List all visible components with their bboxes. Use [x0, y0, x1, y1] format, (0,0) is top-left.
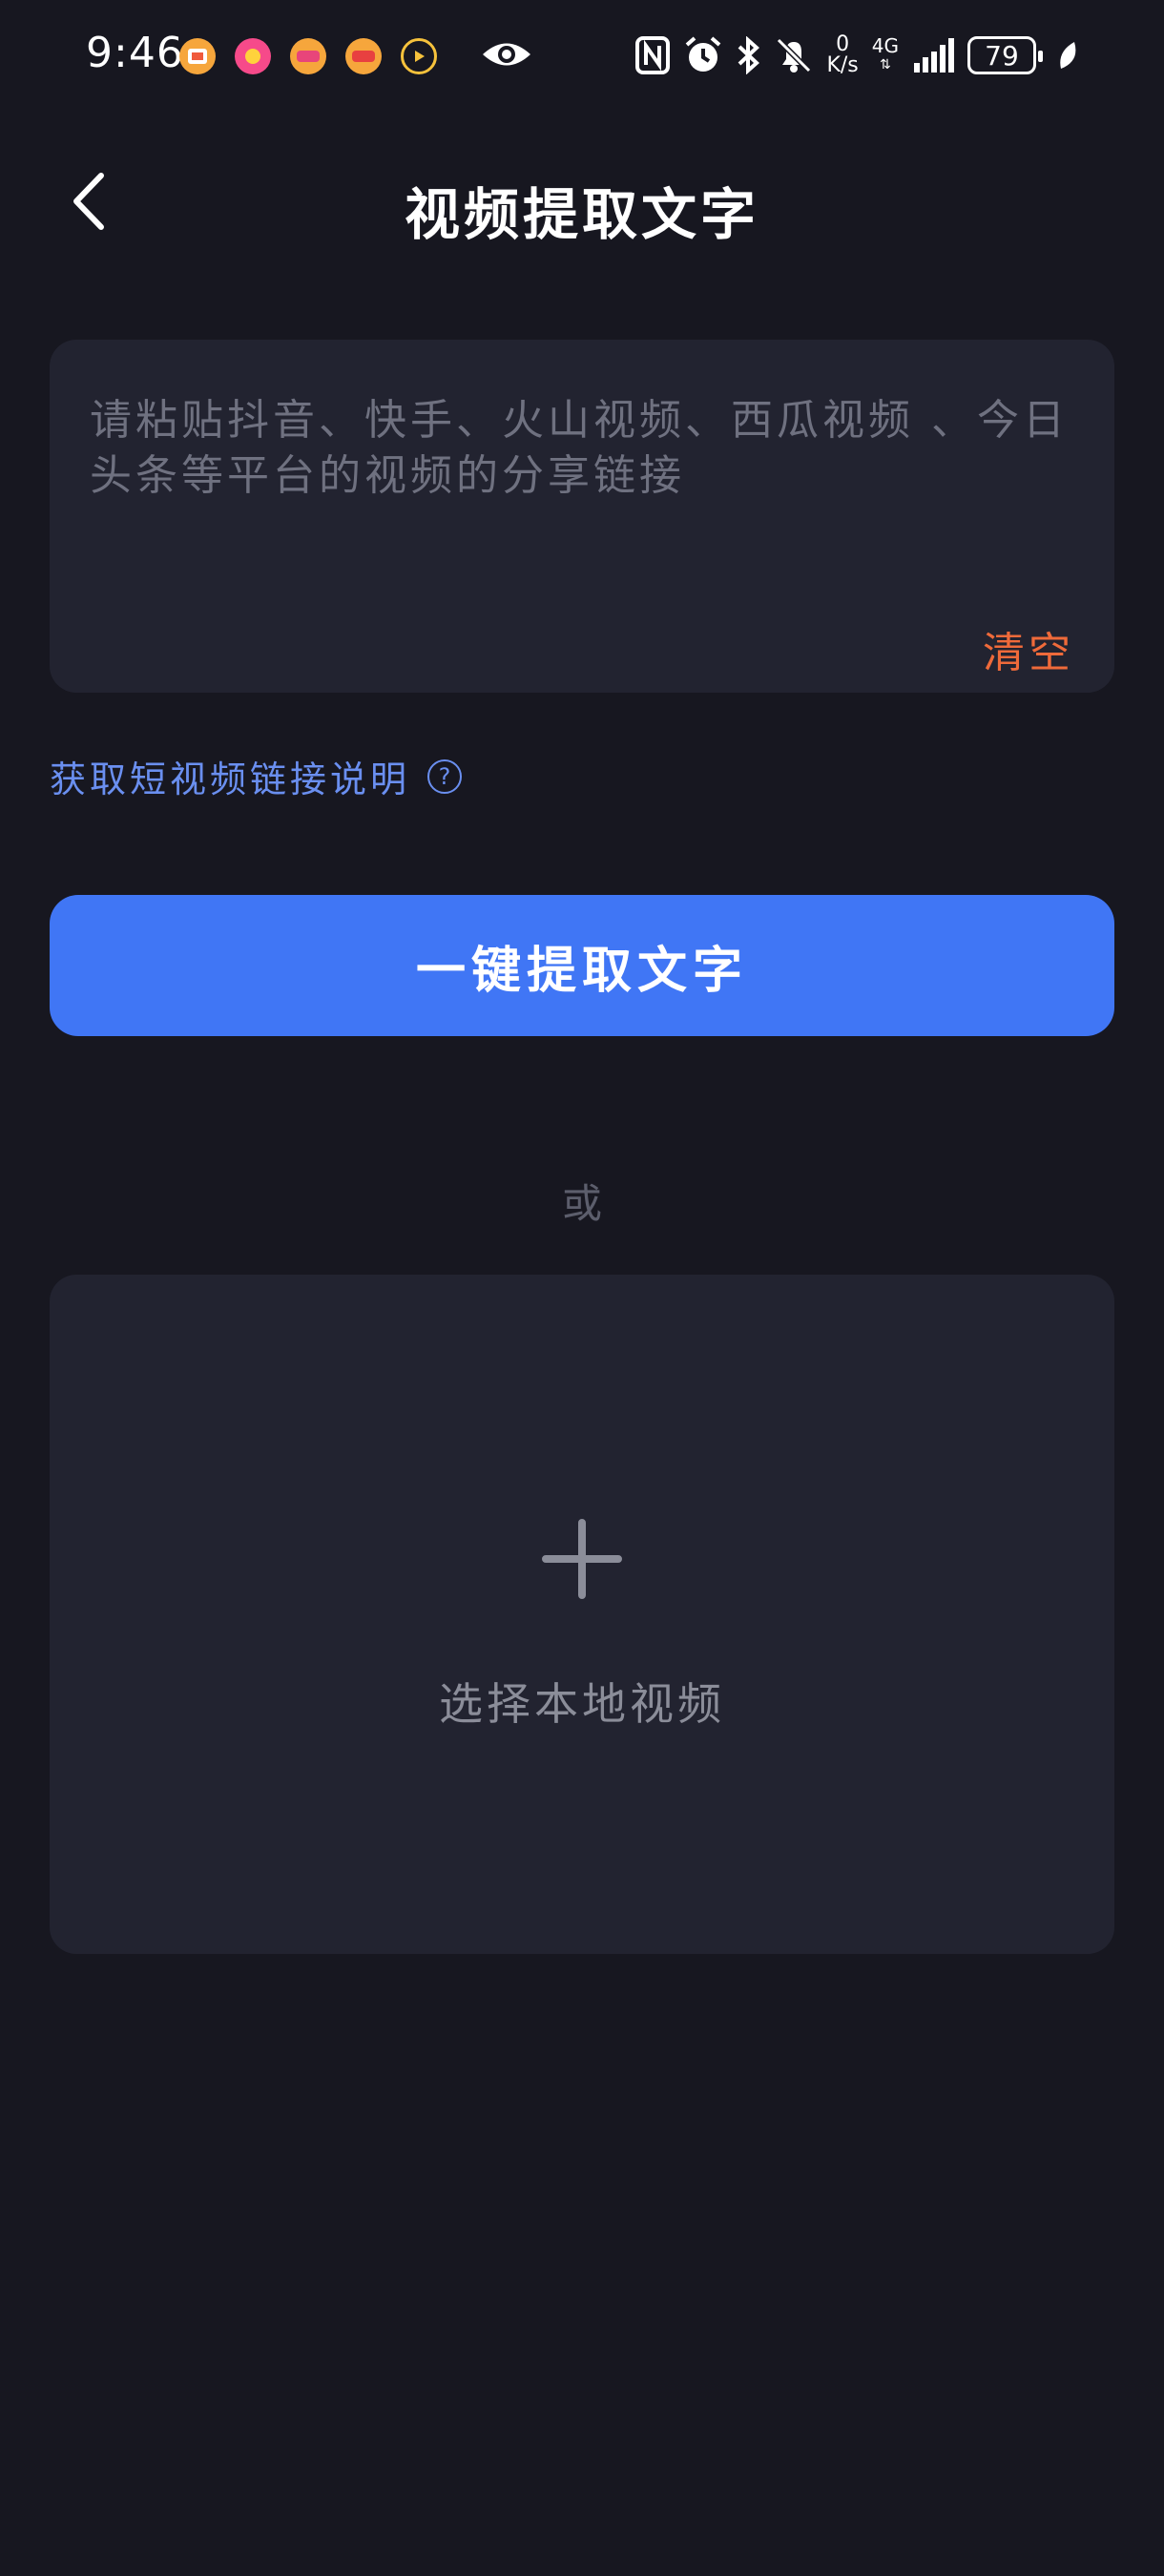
battery-indicator: 79	[967, 36, 1043, 74]
network-speed: 0 K/s	[826, 34, 858, 76]
nfc-icon	[635, 36, 671, 74]
signal-icon	[914, 38, 954, 73]
alarm-icon	[686, 36, 721, 72]
link-input-placeholder: 请粘贴抖音、快手、火山视频、西瓜视频 、今日头条等平台的视频的分享链接	[90, 396, 1069, 500]
app-notification-icon	[345, 38, 382, 74]
app-notification-icon	[179, 38, 216, 74]
question-icon: ?	[427, 758, 463, 794]
network-type: 4G ⇅	[872, 36, 899, 74]
page-title: 视频提取文字	[404, 182, 759, 247]
plus-icon	[542, 1519, 622, 1603]
clear-button[interactable]: 清空	[983, 618, 1074, 679]
link-help-link[interactable]: 获取短视频链接说明 ?	[50, 750, 463, 802]
app-notification-icon	[290, 38, 326, 74]
bluetooth-icon	[738, 36, 760, 74]
mute-bell-icon	[777, 37, 812, 73]
system-status-icons: 0 K/s 4G ⇅ 79	[635, 34, 1078, 76]
select-local-video-area[interactable]	[50, 1275, 1114, 1954]
play-notification-icon	[401, 38, 437, 74]
notification-icons	[179, 38, 437, 74]
status-bar: 9:46 0 K/s 4G ⇅ 79	[0, 0, 1164, 114]
network-speed-unit: K/s	[826, 53, 859, 77]
select-local-video-label: 选择本地视频	[439, 1678, 725, 1730]
extract-text-button[interactable]: 一键提取文字	[50, 895, 1114, 1036]
arrows-updown-icon: ⇅	[880, 57, 891, 73]
network-speed-value: 0	[836, 32, 850, 56]
leaf-icon	[1060, 42, 1076, 69]
battery-level: 79	[985, 39, 1019, 72]
network-type-label: 4G	[871, 34, 899, 57]
eye-icon	[481, 38, 532, 74]
status-time: 9:46	[86, 29, 184, 77]
link-help-label: 获取短视频链接说明	[50, 758, 411, 800]
app-notification-icon	[235, 38, 271, 74]
or-divider: 或	[561, 1180, 602, 1227]
link-input-area[interactable]: 请粘贴抖音、快手、火山视频、西瓜视频 、今日头条等平台的视频的分享链接 清空	[50, 340, 1114, 693]
header: 视频提取文字	[0, 143, 1164, 258]
